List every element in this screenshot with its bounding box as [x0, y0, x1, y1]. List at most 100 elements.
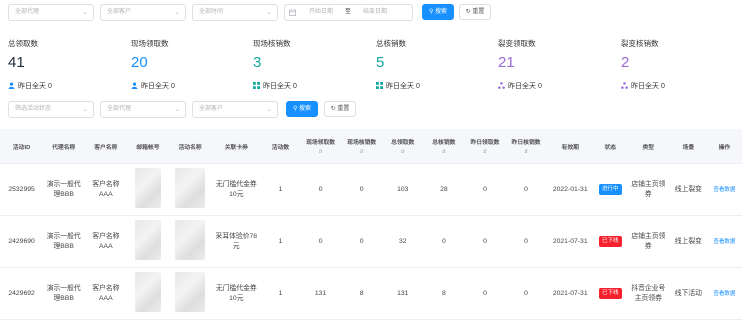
col-header-label: 昨日领取数	[470, 140, 500, 146]
share-icon	[498, 82, 505, 89]
col-header: 活动名称	[168, 129, 212, 164]
status-filter-select[interactable]: 筛选活动状态 ⌄	[8, 101, 94, 118]
cell-agent-name: 演示一般代理BBB	[43, 215, 85, 268]
agent-select-2[interactable]: 全部代理 ⌄	[100, 101, 186, 118]
customer-select[interactable]: 全部客户 ⌄	[100, 4, 186, 21]
cell-activity-name-redacted	[168, 163, 212, 216]
stat-label-fission-use: 裂变核销数	[621, 39, 659, 48]
time-select[interactable]: 全部时间 ⌄	[192, 4, 278, 21]
cell-yesterday-use: 0	[505, 163, 547, 216]
cell-customer-name: 客户名称AAA	[84, 267, 128, 320]
view-data-link[interactable]: 查看数据	[713, 187, 735, 193]
col-header-label: 总核销数	[432, 140, 456, 146]
chevron-down-icon: ⌄	[82, 106, 88, 113]
col-header-sortable[interactable]: 现场领取数 ⇵	[300, 129, 342, 164]
customer-select-placeholder: 全部客户	[107, 9, 132, 15]
col-header: 客户名称	[84, 129, 128, 164]
sort-icon[interactable]: ⇵	[343, 149, 380, 155]
col-header: 状态	[593, 129, 627, 164]
stat-yesterday-text: 昨日全天 0	[18, 83, 52, 90]
cell-status: 已下线	[593, 215, 627, 268]
end-date-placeholder: 结束日期	[363, 9, 388, 15]
cell-activity-count: 1	[260, 215, 301, 268]
status-badge: 已下线	[599, 236, 622, 247]
cell-total-get: 131	[382, 267, 424, 320]
reset-button-2[interactable]: ↻ 重置	[324, 101, 356, 117]
col-header-label: 总领取数	[391, 140, 415, 146]
cell-onsite-get: 131	[300, 267, 342, 320]
status-badge: 进行中	[599, 184, 622, 195]
cell-type: 店铺主页领券	[626, 215, 670, 268]
cell-status: 已下线	[593, 267, 627, 320]
cell-yesterday-get: 0	[464, 163, 506, 216]
sort-icon[interactable]: ⇵	[302, 149, 339, 155]
customer-select-2[interactable]: 全部客户 ⌄	[192, 101, 278, 118]
stat-value-onsite-get: 20	[131, 54, 148, 71]
stat-yesterday-total-get: 昨日全天 0	[8, 81, 52, 91]
stat-label-onsite-get: 现场领取数	[131, 39, 169, 48]
stat-value-total-use: 5	[376, 54, 385, 71]
col-header-sortable[interactable]: 现场核销数 ⇵	[341, 129, 383, 164]
col-header: 操作	[706, 129, 742, 164]
reset-button-label: 重置	[472, 9, 485, 15]
cell-onsite-use: 8	[341, 267, 383, 320]
agent-select[interactable]: 全部代理 ⌄	[8, 4, 94, 21]
cell-coupon: 无门槛代金券10元	[211, 267, 261, 320]
cell-activity-id: 2429692	[0, 267, 44, 320]
cell-onsite-get: 0	[300, 163, 342, 216]
col-header-sortable[interactable]: 昨日核销数 ⇵	[505, 129, 547, 164]
sort-icon[interactable]: ⇵	[384, 149, 421, 155]
view-data-link[interactable]: 查看数据	[713, 291, 735, 297]
reset-button[interactable]: ↻ 重置	[459, 4, 491, 20]
cell-action: 查看数据	[706, 267, 742, 320]
sort-icon[interactable]: ⇵	[508, 149, 545, 155]
redacted-block	[175, 167, 206, 208]
col-header: 代理名称	[43, 129, 85, 164]
cell-total-use: 28	[423, 163, 465, 216]
date-range-picker[interactable]: 开始日期 至 结束日期	[284, 4, 413, 21]
col-header-sortable[interactable]: 总核销数 ⇵	[423, 129, 465, 164]
agent-select-2-placeholder: 全部代理	[107, 106, 132, 112]
col-header-sortable[interactable]: 昨日领取数 ⇵	[464, 129, 506, 164]
cell-valid-until: 2021-07-31	[546, 215, 594, 268]
redacted-block	[134, 271, 161, 312]
search-button-2[interactable]: ⚲ 搜索	[286, 101, 318, 117]
chevron-down-icon: ⌄	[174, 106, 180, 113]
chevron-down-icon: ⌄	[266, 9, 272, 16]
stat-yesterday-onsite-use: 昨日全天 0	[253, 81, 297, 91]
view-data-link[interactable]: 查看数据	[713, 239, 735, 245]
cell-onsite-use: 0	[341, 163, 383, 216]
col-header: 场景	[669, 129, 707, 164]
search-icon: ⚲	[292, 106, 298, 112]
cell-valid-until: 2021-07-31	[546, 267, 594, 320]
cell-onsite-use: 0	[341, 215, 383, 268]
reset-button-2-label: 重置	[337, 106, 350, 112]
sort-icon[interactable]: ⇵	[466, 149, 503, 155]
cell-activity-id: 2429690	[0, 215, 44, 268]
stat-yesterday-text: 昨日全天 0	[508, 83, 542, 90]
cell-activity-count: 1	[260, 267, 301, 320]
chevron-down-icon: ⌄	[174, 9, 180, 16]
cell-coupon: 无门槛代金券10元	[211, 163, 261, 216]
cell-type: 抖音企业号主页领券	[626, 267, 670, 320]
cell-action: 查看数据	[706, 163, 742, 216]
stat-yesterday-text: 昨日全天 0	[386, 83, 420, 90]
col-header-sortable[interactable]: 总领取数 ⇵	[382, 129, 424, 164]
share-icon	[621, 82, 628, 89]
cell-scene: 线上裂变	[669, 163, 707, 216]
sort-icon[interactable]: ⇵	[425, 149, 462, 155]
stat-yesterday-text: 昨日全天 0	[263, 83, 297, 90]
stat-yesterday-fission-use: 昨日全天 0	[621, 81, 665, 91]
stat-yesterday-fission-get: 昨日全天 0	[498, 81, 542, 91]
status-badge: 已下线	[599, 288, 622, 299]
stat-value-fission-use: 2	[621, 54, 630, 71]
search-button-label: 搜索	[435, 9, 448, 15]
cell-yesterday-get: 0	[464, 215, 506, 268]
cell-activity-name-redacted	[168, 267, 212, 320]
col-header-label: 昨日核销数	[511, 140, 541, 146]
col-header: 邮箱帐号	[127, 129, 169, 164]
cell-email-redacted	[127, 163, 169, 216]
stat-yesterday-text: 昨日全天 0	[631, 83, 665, 90]
search-button[interactable]: ⚲ 搜索	[422, 4, 454, 20]
user-icon	[8, 82, 15, 89]
